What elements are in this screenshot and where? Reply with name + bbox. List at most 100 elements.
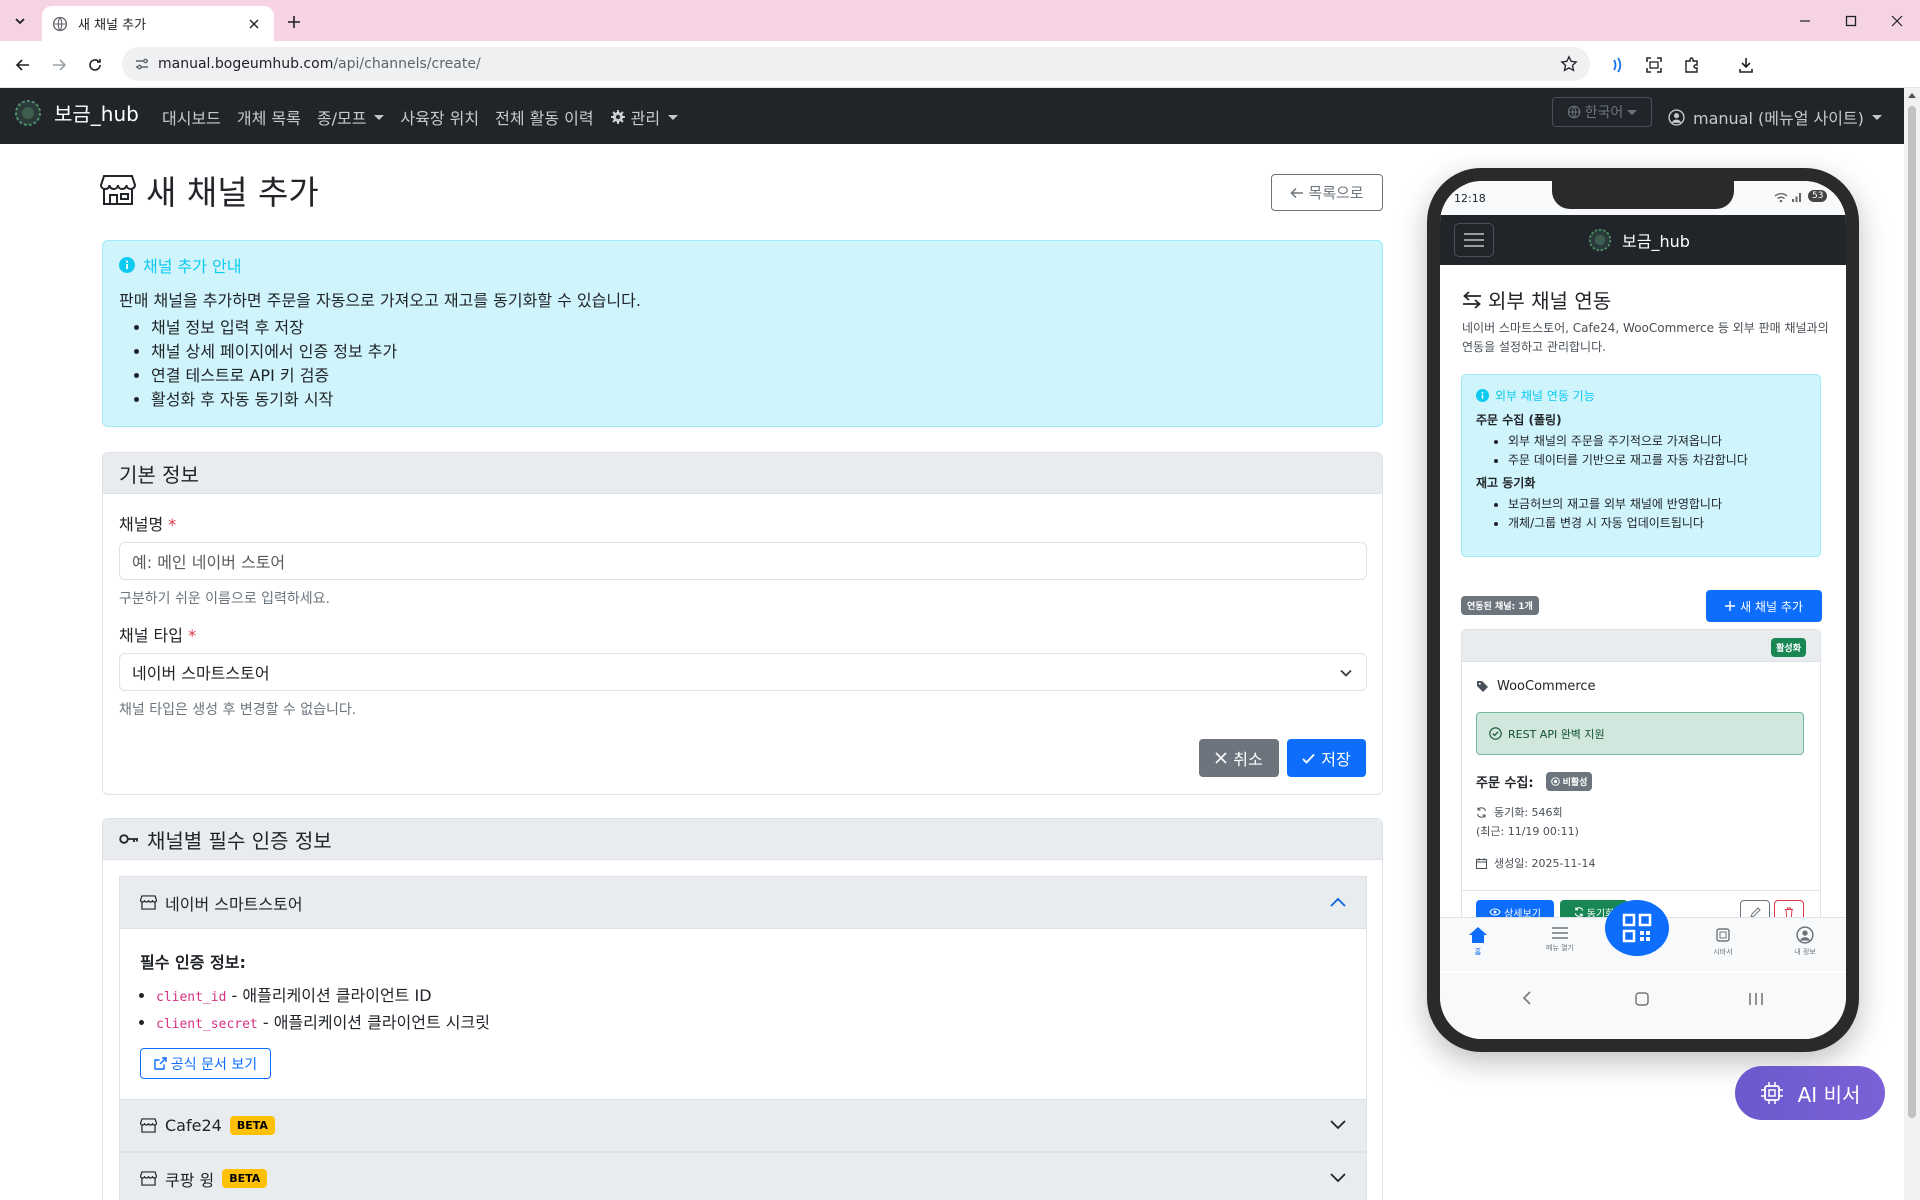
- shop-icon: [100, 175, 136, 205]
- bottom-nav-ai-label: 시바서: [1713, 948, 1733, 956]
- channel-name-input[interactable]: 예: 메인 네이버 스토어: [119, 542, 1367, 580]
- stock-sync-title: 재고 동기화: [1476, 476, 1536, 490]
- language-select[interactable]: 한국어: [1552, 97, 1652, 127]
- new-tab-button[interactable]: [282, 10, 306, 34]
- back-nav-button[interactable]: [10, 52, 36, 78]
- sync-count: 동기화: 546회: [1494, 806, 1563, 819]
- check-circle-icon: [1489, 727, 1502, 740]
- screenshot-icon[interactable]: [1642, 53, 1666, 77]
- phone-alert-title-text: 외부 채널 연동 기능: [1495, 389, 1595, 403]
- user-name: manual (메뉴얼 사이트): [1693, 109, 1864, 128]
- shop-icon: [140, 895, 157, 910]
- accordion-naver-title: 네이버 스마트스토어: [165, 894, 303, 914]
- scroll-up-icon[interactable]: [1908, 92, 1916, 98]
- accordion-naver-header[interactable]: 네이버 스마트스토어: [120, 877, 1366, 929]
- site-info-icon[interactable]: [134, 56, 150, 72]
- required-mark: *: [188, 626, 197, 645]
- bottom-nav-menu[interactable]: 메뉴 열기: [1535, 926, 1585, 953]
- list-item: 외부 채널의 주문을 주기적으로 가져옵니다: [1508, 432, 1806, 451]
- forward-nav-button[interactable]: [46, 52, 72, 78]
- bottom-nav-profile[interactable]: 내 정보: [1780, 926, 1830, 957]
- site-navbar: 보금_hub 대시보드 개체 목록 종/모프 사육장 위치 전체 활동 이력 관…: [0, 88, 1904, 144]
- hamburger-button[interactable]: [1454, 223, 1494, 257]
- phone-desc: 네이버 스마트스토어, Cafe24, WooCommerce 등 외부 판매 …: [1462, 321, 1829, 354]
- required-auth-title: 필수 인증 정보:: [140, 953, 246, 972]
- android-home-icon[interactable]: [1635, 992, 1649, 1006]
- channel-name: WooCommerce: [1497, 679, 1596, 694]
- bottom-nav-ai[interactable]: 시바서: [1698, 926, 1748, 957]
- accordion-cafe24-header[interactable]: Cafe24 BETA: [120, 1100, 1366, 1152]
- plus-icon: [1725, 601, 1736, 611]
- auth-info-card: 채널별 필수 인증 정보 네이버 스마트스토어 필수 인증 정보: client…: [102, 818, 1383, 1200]
- order-sync-title: 주문 수집 (폴링): [1476, 413, 1562, 427]
- nav-activity[interactable]: 전체 활동 이력: [495, 105, 594, 129]
- user-menu[interactable]: manual (메뉴얼 사이트): [1668, 105, 1882, 129]
- back-to-list-button[interactable]: 목록으로: [1271, 174, 1383, 211]
- sync-icon: [1477, 806, 1486, 818]
- caret-down-icon: [668, 114, 679, 120]
- bottom-nav-home[interactable]: 홈: [1453, 926, 1503, 957]
- nav-animal-list[interactable]: 개체 목록: [237, 105, 301, 129]
- window-close-button[interactable]: [1874, 0, 1920, 41]
- cpu-icon: [1716, 928, 1730, 942]
- android-recents-icon[interactable]: [1748, 992, 1764, 1006]
- logo-icon: [15, 99, 41, 126]
- accordion-coupang: 쿠팡 윙 BETA: [119, 1152, 1367, 1200]
- nav-admin-dropdown[interactable]: 관리: [610, 105, 679, 129]
- bookmark-star-icon[interactable]: [1560, 55, 1578, 73]
- shop-icon: [140, 1171, 157, 1186]
- url-field[interactable]: manual.bogeumhub.com/api/channels/create…: [122, 47, 1590, 81]
- phone-add-channel-button[interactable]: 새 채널 추가: [1706, 590, 1822, 622]
- list-item: client_id - 애플리케이션 클라이언트 ID: [156, 983, 490, 1010]
- official-docs-button[interactable]: 공식 문서 보기: [140, 1048, 271, 1079]
- tab-close-icon[interactable]: [244, 14, 264, 34]
- required-auth-list: client_id - 애플리케이션 클라이언트 ID client_secre…: [156, 983, 490, 1037]
- list-item: 채널 상세 페이지에서 인증 정보 추가: [151, 342, 1366, 362]
- page-scrollbar[interactable]: [1904, 88, 1920, 1200]
- phone-brand[interactable]: 보금_hub: [1588, 228, 1690, 252]
- tab-search-button[interactable]: [6, 9, 34, 33]
- basic-info-card: 기본 정보 채널명 * 예: 메인 네이버 스토어 구분하기 쉬운 이름으로 입…: [102, 452, 1383, 795]
- site-brand[interactable]: 보금_hub: [14, 98, 139, 127]
- channel-type-label-text: 채널 타입: [119, 626, 183, 645]
- nav-dashboard[interactable]: 대시보드: [162, 105, 221, 129]
- phone-body: 외부 채널 연동 네이버 스마트스토어, Cafe24, WooCommerce…: [1440, 265, 1846, 965]
- guide-desc: 판매 채널을 추가하면 주문을 자동으로 가져오고 재고를 동기화할 수 있습니…: [119, 291, 641, 310]
- qr-scan-button[interactable]: [1605, 900, 1669, 956]
- nav-species-dropdown[interactable]: 종/모프: [317, 105, 385, 129]
- logo-icon: [1588, 228, 1612, 252]
- accordion-coupang-header[interactable]: 쿠팡 윙 BETA: [120, 1153, 1366, 1200]
- accordion-cafe24-title: Cafe24: [165, 1116, 222, 1135]
- nav-locations[interactable]: 사육장 위치: [400, 105, 479, 129]
- minimize-button[interactable]: [1782, 0, 1828, 41]
- browser-tabbar: 새 채널 추가: [0, 0, 1920, 41]
- card-divider: [1462, 890, 1820, 891]
- order-collect-row: 주문 수집: 비활성: [1476, 772, 1593, 791]
- sync-count-row: 동기화: 546회: [1476, 804, 1563, 820]
- channel-name-label-text: 채널명: [119, 515, 164, 534]
- list-item: client_secret - 애플리케이션 클라이언트 시크릿: [156, 1010, 490, 1037]
- bottom-nav-menu-label: 메뉴 열기: [1546, 944, 1574, 952]
- android-back-icon[interactable]: [1522, 991, 1532, 1005]
- maximize-button[interactable]: [1828, 0, 1874, 41]
- download-icon[interactable]: [1734, 53, 1758, 77]
- extensions-icon[interactable]: [1680, 53, 1704, 77]
- list-item: 채널 정보 입력 후 저장: [151, 318, 1366, 338]
- channel-type-select[interactable]: 네이버 스마트스토어: [119, 653, 1367, 691]
- external-link-icon: [154, 1057, 167, 1070]
- list-item: 활성화 후 자동 동기화 시작: [151, 390, 1366, 410]
- browser-tab[interactable]: 새 채널 추가: [42, 6, 274, 41]
- user-circle-icon: [1796, 926, 1814, 944]
- scrollbar-thumb[interactable]: [1908, 106, 1916, 1118]
- read-aloud-icon[interactable]: [1606, 53, 1630, 77]
- guide-title-text: 채널 추가 안내: [143, 257, 242, 276]
- reload-button[interactable]: [82, 52, 108, 78]
- caret-down-icon: [1627, 109, 1638, 115]
- basic-info-header: 기본 정보: [103, 453, 1382, 494]
- arrow-right-icon: [53, 59, 67, 71]
- ai-assistant-button[interactable]: AI 비서: [1735, 1066, 1885, 1120]
- cancel-button[interactable]: 취소: [1199, 739, 1279, 777]
- save-button[interactable]: 저장: [1287, 739, 1366, 777]
- menu-icon: [1552, 927, 1568, 939]
- phone-add-channel-label: 새 채널 추가: [1740, 599, 1803, 614]
